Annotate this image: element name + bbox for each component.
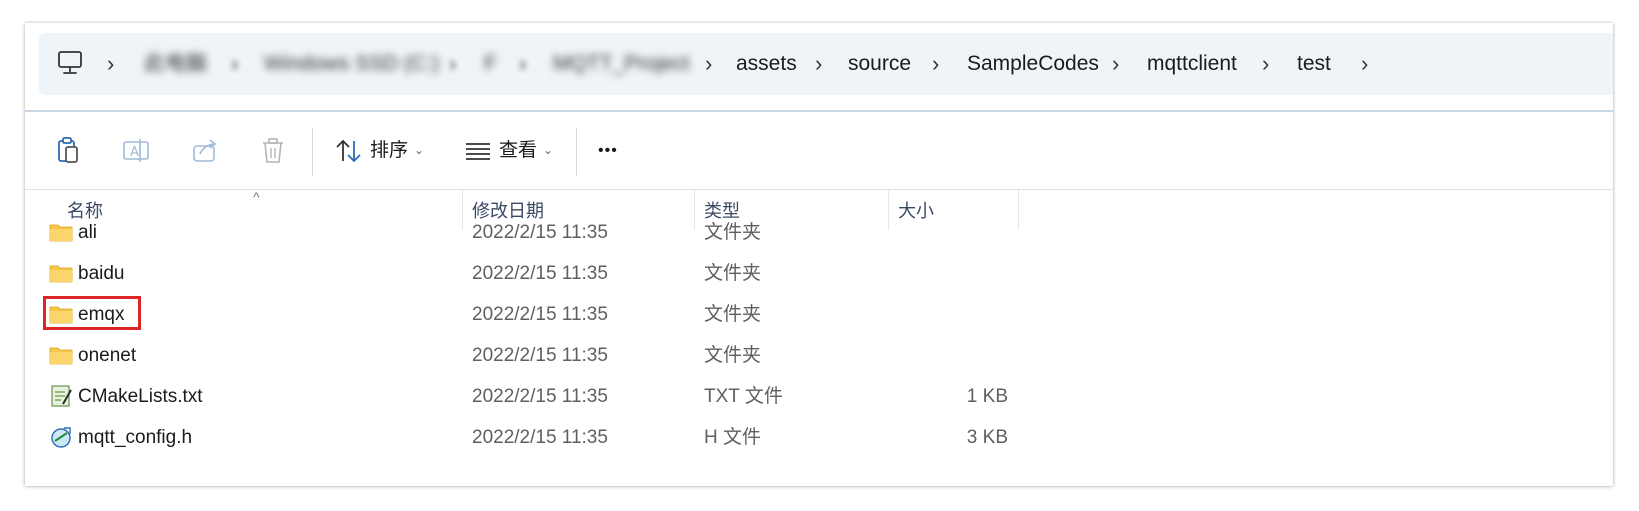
chevron-right-icon[interactable]: › [231, 33, 238, 95]
chevron-right-icon[interactable]: › [449, 33, 456, 95]
file-date: 2022/2/15 11:35 [472, 304, 608, 325]
header-file-icon [51, 427, 71, 448]
toolbar-divider [576, 128, 577, 176]
chevron-down-icon[interactable]: ⌄ [543, 112, 553, 189]
file-date: 2022/2/15 11:35 [472, 345, 608, 366]
file-size: 1 KB [966, 386, 1008, 407]
file-name[interactable]: ali [78, 212, 97, 253]
file-type: TXT 文件 [704, 386, 783, 407]
file-name[interactable]: mqtt_config.h [78, 417, 192, 458]
file-type: 文件夹 [704, 304, 762, 325]
chevron-right-icon[interactable]: › [107, 33, 114, 95]
file-row[interactable]: emqx 2022/2/15 11:35 文件夹 [25, 294, 1613, 335]
file-row[interactable]: mqtt_config.h 2022/2/15 11:35 H 文件 3 KB [25, 417, 1613, 458]
breadcrumb-item-source[interactable]: source [848, 33, 911, 95]
chevron-right-icon[interactable]: › [1262, 33, 1269, 95]
file-type: 文件夹 [704, 222, 762, 243]
file-row[interactable]: ali 2022/2/15 11:35 文件夹 [25, 212, 1613, 253]
file-size [888, 212, 1008, 253]
file-row[interactable]: baidu 2022/2/15 11:35 文件夹 [25, 253, 1613, 294]
chevron-right-icon[interactable]: › [1361, 33, 1368, 95]
view-icon[interactable] [461, 134, 495, 168]
breadcrumb-item-this-pc[interactable]: 此电脑 [144, 33, 207, 95]
folder-icon [49, 265, 73, 283]
highlight-box [43, 296, 141, 330]
chevron-right-icon[interactable]: › [932, 33, 939, 95]
file-row[interactable]: CMakeLists.txt 2022/2/15 11:35 TXT 文件 1 … [25, 376, 1613, 417]
chevron-right-icon[interactable]: › [705, 33, 712, 95]
address-bar[interactable]: › 此电脑 › Windows SSD (C:) › F › MQTT_Proj… [39, 33, 1613, 95]
sort-button[interactable]: 排序 [370, 112, 408, 189]
file-size: 3 KB [966, 427, 1008, 448]
chevron-right-icon[interactable]: › [519, 33, 526, 95]
file-date: 2022/2/15 11:35 [472, 222, 608, 243]
file-type: 文件夹 [704, 263, 762, 284]
file-type: H 文件 [704, 427, 762, 448]
toolbar-divider [312, 128, 313, 176]
sort-icon[interactable] [332, 134, 366, 168]
command-bar: A 排序 ⌄ 查看 ⌄ ••• [25, 112, 1613, 189]
file-row[interactable]: onenet 2022/2/15 11:35 文件夹 [25, 335, 1613, 376]
svg-text:A: A [130, 145, 139, 160]
file-date: 2022/2/15 11:35 [472, 386, 608, 407]
file-name[interactable]: CMakeLists.txt [78, 376, 203, 417]
share-icon[interactable] [188, 134, 222, 168]
view-button[interactable]: 查看 [499, 112, 537, 189]
file-date: 2022/2/15 11:35 [472, 263, 608, 284]
file-size [888, 335, 1008, 376]
breadcrumb-item-assets[interactable]: assets [736, 33, 797, 95]
chevron-right-icon[interactable]: › [1112, 33, 1119, 95]
breadcrumb: › 此电脑 › Windows SSD (C:) › F › MQTT_Proj… [39, 33, 1613, 95]
paste-icon[interactable] [51, 134, 85, 168]
delete-icon[interactable] [256, 134, 290, 168]
rename-icon[interactable]: A [119, 134, 153, 168]
breadcrumb-item-samplecodes[interactable]: SampleCodes [967, 33, 1099, 95]
breadcrumb-item-test[interactable]: test [1297, 33, 1331, 95]
sort-ascending-icon: ^ [253, 189, 260, 205]
folder-icon [49, 347, 73, 365]
notepad-file-icon [51, 385, 72, 407]
breadcrumb-item-drive[interactable]: Windows SSD (C:) [264, 33, 439, 95]
file-name[interactable]: onenet [78, 335, 136, 376]
file-name[interactable]: baidu [78, 253, 125, 294]
folder-icon [49, 224, 73, 242]
file-date: 2022/2/15 11:35 [472, 427, 608, 448]
breadcrumb-item-mqttclient[interactable]: mqttclient [1147, 33, 1237, 95]
file-explorer-window: › 此电脑 › Windows SSD (C:) › F › MQTT_Proj… [25, 23, 1613, 486]
chevron-right-icon[interactable]: › [815, 33, 822, 95]
chevron-down-icon[interactable]: ⌄ [414, 112, 424, 189]
file-type: 文件夹 [704, 345, 762, 366]
more-options-button[interactable]: ••• [598, 112, 618, 189]
file-size [888, 294, 1008, 335]
file-size [888, 253, 1008, 294]
breadcrumb-item-project[interactable]: MQTT_Project [553, 33, 690, 95]
breadcrumb-item-f[interactable]: F [484, 33, 497, 95]
